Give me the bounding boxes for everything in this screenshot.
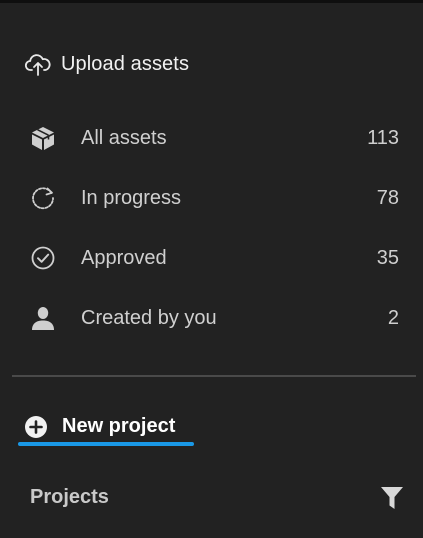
- nav-item-count: 35: [376, 246, 399, 269]
- cloud-upload-icon: [24, 50, 52, 78]
- box-icon: [29, 124, 57, 152]
- nav-item-in-progress[interactable]: In progress 78: [0, 168, 423, 228]
- nav-item-count: 113: [367, 126, 399, 149]
- new-project-button[interactable]: New project: [18, 410, 194, 446]
- sidebar-panel: Upload assets All assets 113 In progress…: [0, 0, 423, 538]
- new-project-label: New project: [62, 415, 176, 437]
- refresh-icon: [29, 184, 57, 212]
- focus-underline: [18, 442, 194, 446]
- upload-assets-button[interactable]: Upload assets: [24, 50, 189, 78]
- top-border: [0, 0, 423, 3]
- filter-icon[interactable]: [380, 485, 404, 511]
- nav-item-created-by-you[interactable]: Created by you 2: [0, 288, 423, 348]
- projects-header: Projects: [30, 486, 109, 508]
- asset-nav: All assets 113 In progress 78 Approved 3: [0, 108, 423, 348]
- nav-item-count: 78: [376, 186, 399, 209]
- check-circle-icon: [29, 244, 57, 272]
- nav-item-label: All assets: [81, 126, 167, 149]
- nav-item-count: 2: [387, 306, 399, 329]
- nav-item-label: Approved: [81, 246, 167, 269]
- nav-item-label: Created by you: [81, 306, 217, 329]
- plus-circle-icon: [24, 415, 48, 439]
- nav-item-label: In progress: [81, 186, 182, 209]
- nav-item-all-assets[interactable]: All assets 113: [0, 108, 423, 168]
- upload-assets-label: Upload assets: [61, 52, 190, 75]
- user-icon: [29, 304, 57, 332]
- nav-item-approved[interactable]: Approved 35: [0, 228, 423, 288]
- section-divider: [12, 375, 416, 377]
